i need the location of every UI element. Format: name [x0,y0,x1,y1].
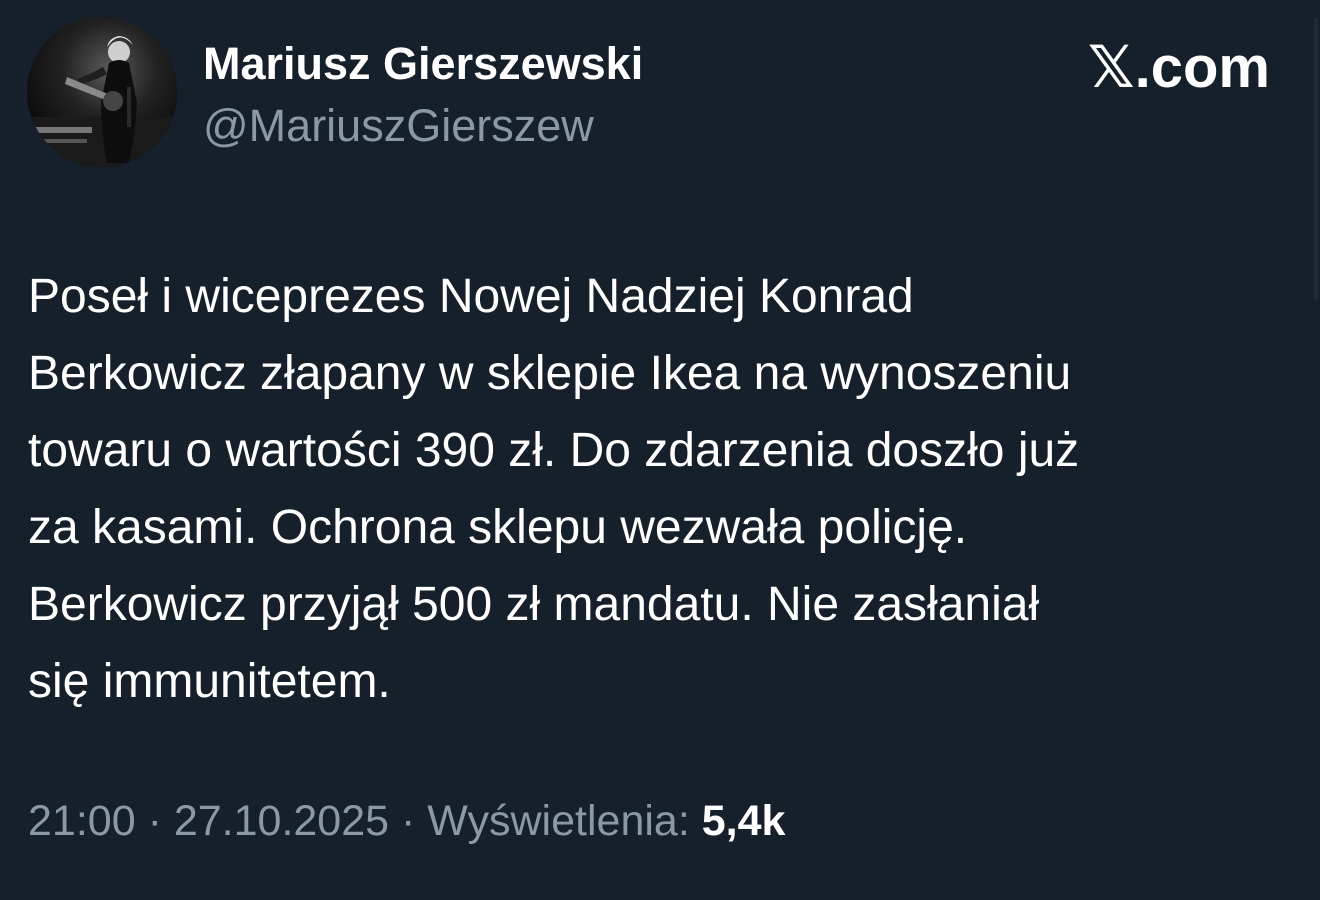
tweet-text-line: Berkowicz przyjął 500 zł mandatu. Nie za… [28,578,1040,631]
tweet-text: Poseł i wiceprezes Nowej Nadziej Konrad … [28,258,1298,720]
avatar[interactable] [27,17,177,167]
tweet-date[interactable]: 27.10.2025 [174,797,389,845]
tweet-text-line: za kasami. Ochrona sklepu wezwała policj… [28,501,968,554]
tweet-text-line: Berkowicz złapany w sklepie Ikea na wyno… [28,347,1072,400]
tweet-meta: 21:00 · 27.10.2025 · Wyświetlenia: 5,4k [28,793,785,849]
tweet-text-line: towaru o wartości 390 zł. Do zdarzenia d… [28,424,1080,477]
avatar-photo-guitarist-icon [27,17,177,167]
tweet-text-line: Poseł i wiceprezes Nowej Nadziej Konrad [28,270,914,323]
views-count[interactable]: 5,4k [702,797,786,845]
meta-separator: · [401,797,416,845]
meta-separator: · [147,797,162,845]
tweet-time[interactable]: 21:00 [28,797,136,845]
scrollbar[interactable] [1310,0,1320,900]
author-display-name[interactable]: Mariusz Gierszewski [203,38,643,90]
tweet-text-line: się immunitetem. [28,655,391,708]
views-label: Wyświetlenia: [427,797,690,845]
brand-logo: 𝕏.com [1087,35,1270,100]
author-handle[interactable]: @MariuszGierszew [203,100,594,152]
scrollbar-thumb[interactable] [1314,18,1318,300]
